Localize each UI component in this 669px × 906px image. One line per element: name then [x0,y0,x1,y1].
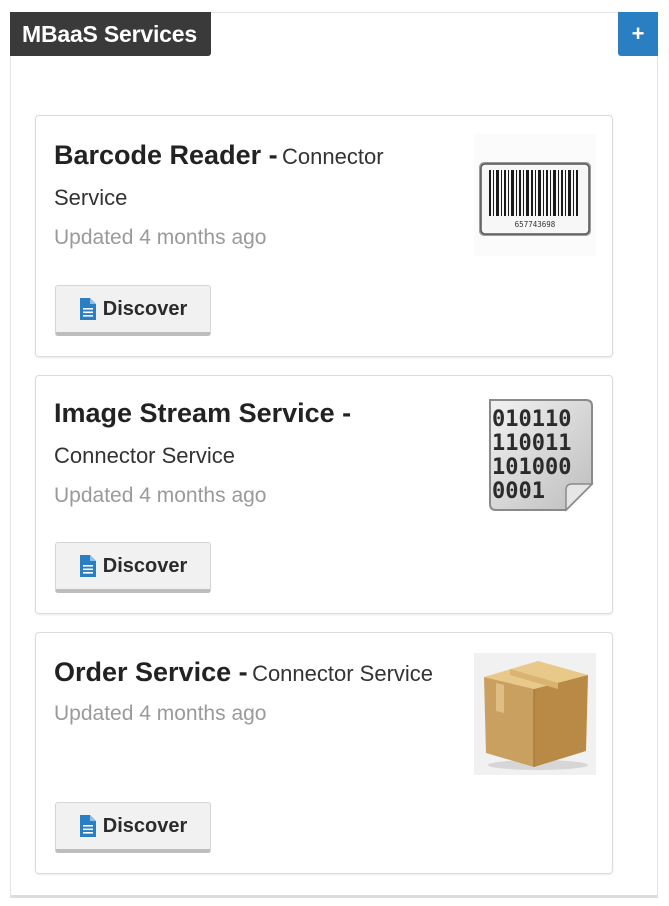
service-updated: Updated 4 months ago [54,702,267,725]
document-icon [79,815,96,837]
discover-label: Discover [102,814,188,837]
service-name[interactable]: Image Stream Service - [54,398,351,428]
service-name[interactable]: Barcode Reader - [54,140,278,170]
document-icon [79,555,96,577]
barcode-digits: 657743698 [515,220,556,229]
service-card-order-service: Order Service - Connector Service Update… [35,632,613,874]
binary-line: 101000 [492,455,571,480]
discover-label: Discover [102,297,188,320]
barcode-icon: 657743698 [474,134,596,256]
panel-title: MBaaS Services [10,12,211,56]
service-type: Connector Service [54,443,235,468]
service-type: Connector Service [252,661,434,686]
document-icon [79,298,96,320]
service-name[interactable]: Order Service - [54,657,248,687]
binary-line: 0001 [492,479,545,504]
cardboard-box-icon [474,653,596,775]
card-text: Barcode Reader - Connector Service Updat… [54,136,449,256]
discover-button[interactable]: Discover [55,542,211,593]
service-card-barcode-reader: Barcode Reader - Connector Service Updat… [35,115,613,357]
service-updated: Updated 4 months ago [54,484,267,507]
discover-button[interactable]: Discover [55,802,211,853]
service-updated: Updated 4 months ago [54,226,267,249]
binary-line: 010110 [492,407,571,432]
card-text: Image Stream Service - Connector Service… [54,394,449,514]
binary-file-icon: 010110 110011 101000 0001 [489,399,594,512]
service-card-image-stream: Image Stream Service - Connector Service… [35,375,613,614]
binary-line: 110011 [492,431,571,456]
add-service-button[interactable]: + [618,12,658,56]
card-text: Order Service - Connector Service Update… [54,653,449,732]
discover-button[interactable]: Discover [55,285,211,336]
discover-label: Discover [102,554,188,577]
